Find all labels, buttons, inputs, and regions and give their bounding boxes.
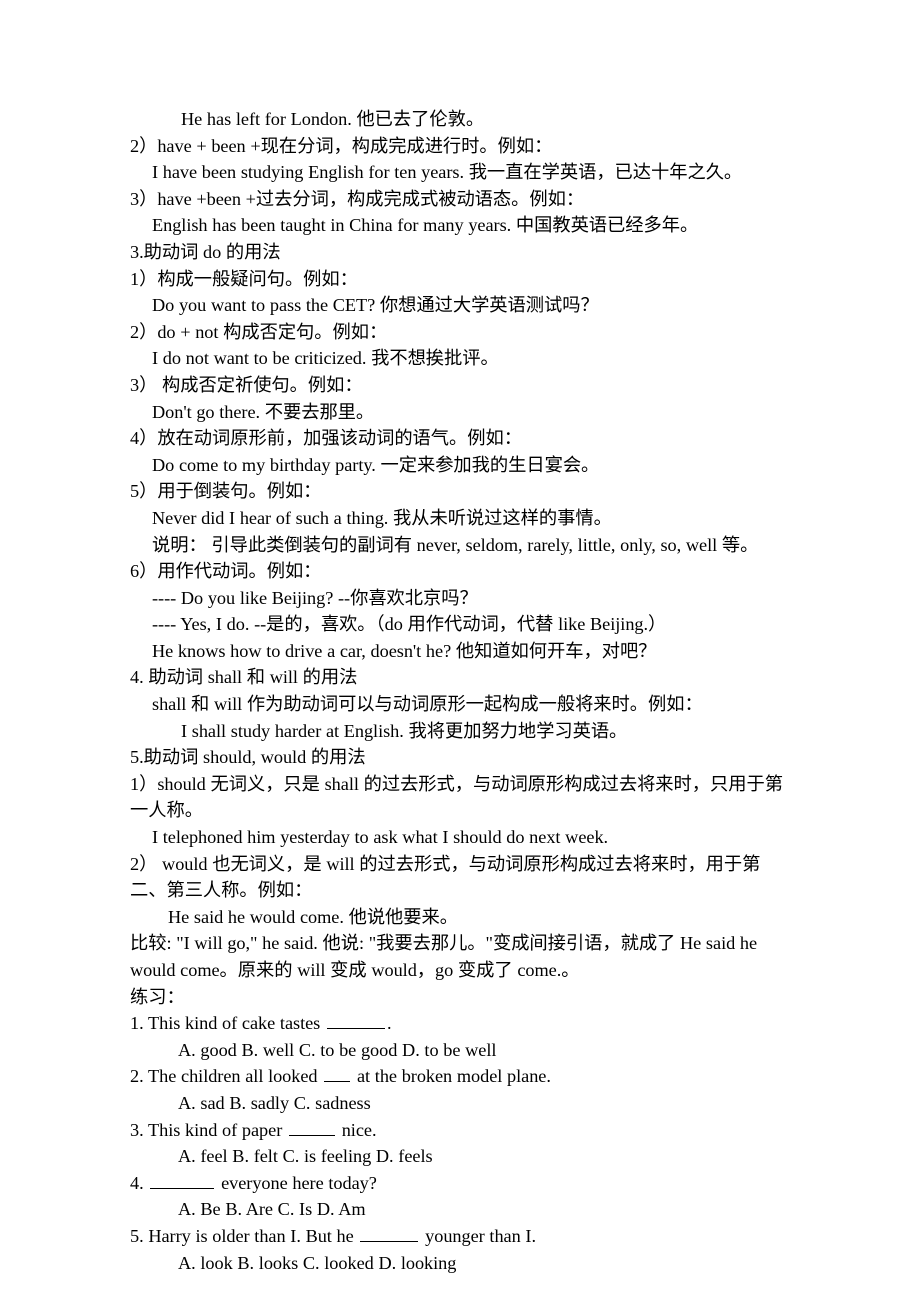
answer-blank[interactable]	[324, 1064, 351, 1083]
list-item-have-been-past-participle: 3）have +been +过去分词，构成完成式被动语态。例如：	[130, 188, 585, 209]
example-sentence: Don't go there. 不要去那里。	[152, 401, 375, 422]
exercise-stem-before: This kind of paper	[148, 1119, 287, 1140]
exercise-options[interactable]: A. feel B. felt C. is feeling D. feels	[130, 1143, 795, 1170]
exercise-options[interactable]: A. good B. well C. to be good D. to be w…	[130, 1037, 795, 1064]
example-sentence: He said he would come. 他说他要来。	[168, 906, 458, 927]
exercise-stem-before: Harry is older than I. But he	[148, 1225, 359, 1246]
exercise-number: 2.	[130, 1066, 149, 1087]
exercise-list: 1. This kind of cake tastes . A. good B. …	[130, 1010, 795, 1276]
section-heading-should-would: 5.助动词 should, would 的用法	[130, 747, 366, 768]
exercise-number: 3.	[130, 1119, 149, 1140]
exercise-stem-after: everyone here today?	[216, 1172, 377, 1193]
exercise-options[interactable]: A. sad B. sadly C. sadness	[130, 1090, 795, 1117]
dialogue-line-answer: ---- Yes, I do. --是的，喜欢。（do 用作代动词，代替 lik…	[152, 614, 667, 635]
exercise-stem-after: nice.	[336, 1119, 377, 1140]
answer-blank[interactable]	[326, 1011, 385, 1030]
example-sentence: I have been studying English for ten yea…	[152, 162, 743, 183]
list-item-emphasis: 4）放在动词原形前，加强该动词的语气。例如：	[130, 428, 522, 449]
list-item-pro-verb: 6）用作代动词。例如：	[130, 561, 322, 582]
answer-blank[interactable]	[150, 1170, 215, 1189]
section-heading-shall-will: 4. 助动词 shall 和 will 的用法	[130, 667, 358, 688]
exercise-question: 2. The children all looked at the broken…	[130, 1063, 795, 1090]
example-sentence: English has been taught in China for man…	[152, 215, 699, 236]
exercise-question: 1. This kind of cake tastes .	[130, 1010, 795, 1037]
list-item-should: 1）should 无词义，只是 shall 的过去形式，与动词原形构成过去将来时…	[130, 773, 783, 821]
exercise-stem-after: younger than I.	[420, 1225, 536, 1246]
list-item-have-been-present-participle: 2）have + been +现在分词，构成完成进行时。例如：	[130, 135, 553, 156]
example-sentence: Never did I hear of such a thing. 我从未听说过…	[152, 507, 612, 528]
note-inversion-adverbs: 说明： 引导此类倒装句的副词有 never, seldom, rarely, l…	[152, 534, 759, 555]
exercise-options[interactable]: A. Be B. Are C. Is D. Am	[130, 1196, 795, 1223]
example-sentence: He has left for London. 他已去了伦敦。	[181, 109, 485, 129]
example-sentence: Do come to my birthday party. 一定来参加我的生日宴…	[152, 454, 600, 475]
example-sentence: He knows how to drive a car, doesn't he?…	[152, 640, 657, 661]
explanation-shall-will: shall 和 will 作为助动词可以与动词原形一起构成一般将来时。例如：	[152, 694, 703, 715]
exercise-number: 4.	[130, 1172, 149, 1193]
exercise-options[interactable]: A. look B. looks C. looked D. looking	[130, 1250, 795, 1277]
exercise-stem-after: at the broken model plane.	[352, 1066, 551, 1087]
document-page: He has left for London. 他已去了伦敦。 2）have +…	[0, 0, 920, 1302]
list-item-would: 2） would 也无词义，是 will 的过去形式，与动词原形构成过去将来时，…	[130, 853, 761, 901]
list-item-do-question: 1）构成一般疑问句。例如：	[130, 268, 358, 289]
exercise-number: 1.	[130, 1013, 149, 1034]
exercise-question: 5. Harry is older than I. But he younger…	[130, 1223, 795, 1250]
exercises-heading: 练习：	[130, 986, 185, 1007]
list-item-inversion: 5）用于倒装句。例如：	[130, 481, 322, 502]
document-body: He has left for London. 他已去了伦敦。 2）have +…	[130, 106, 795, 1276]
example-sentence: I do not want to be criticized. 我不想挨批评。	[152, 348, 499, 369]
exercise-question: 4. everyone here today?	[130, 1170, 795, 1197]
answer-blank[interactable]	[288, 1117, 335, 1136]
exercise-stem-before: The children all looked	[148, 1066, 323, 1087]
section-heading-do: 3.助动词 do 的用法	[130, 241, 281, 262]
example-sentence: I shall study harder at English. 我将更加努力地…	[181, 720, 628, 741]
list-item-do-not-negative: 2）do + not 构成否定句。例如：	[130, 321, 388, 342]
exercise-number: 5.	[130, 1225, 149, 1246]
example-sentence: I telephoned him yesterday to ask what I…	[152, 827, 609, 848]
exercise-stem-after: .	[386, 1013, 392, 1034]
comparison-paragraph: 比较: "I will go," he said. 他说: "我要去那儿。"变成…	[130, 933, 758, 980]
dialogue-line-question: ---- Do you like Beijing? --你喜欢北京吗？	[152, 587, 478, 608]
exercise-stem-before: This kind of cake tastes	[148, 1013, 325, 1034]
exercise-question: 3. This kind of paper nice.	[130, 1117, 795, 1144]
example-sentence: Do you want to pass the CET? 你想通过大学英语测试吗…	[152, 295, 599, 316]
list-item-negative-imperative: 3） 构成否定祈使句。例如：	[130, 374, 363, 395]
answer-blank[interactable]	[360, 1224, 419, 1242]
